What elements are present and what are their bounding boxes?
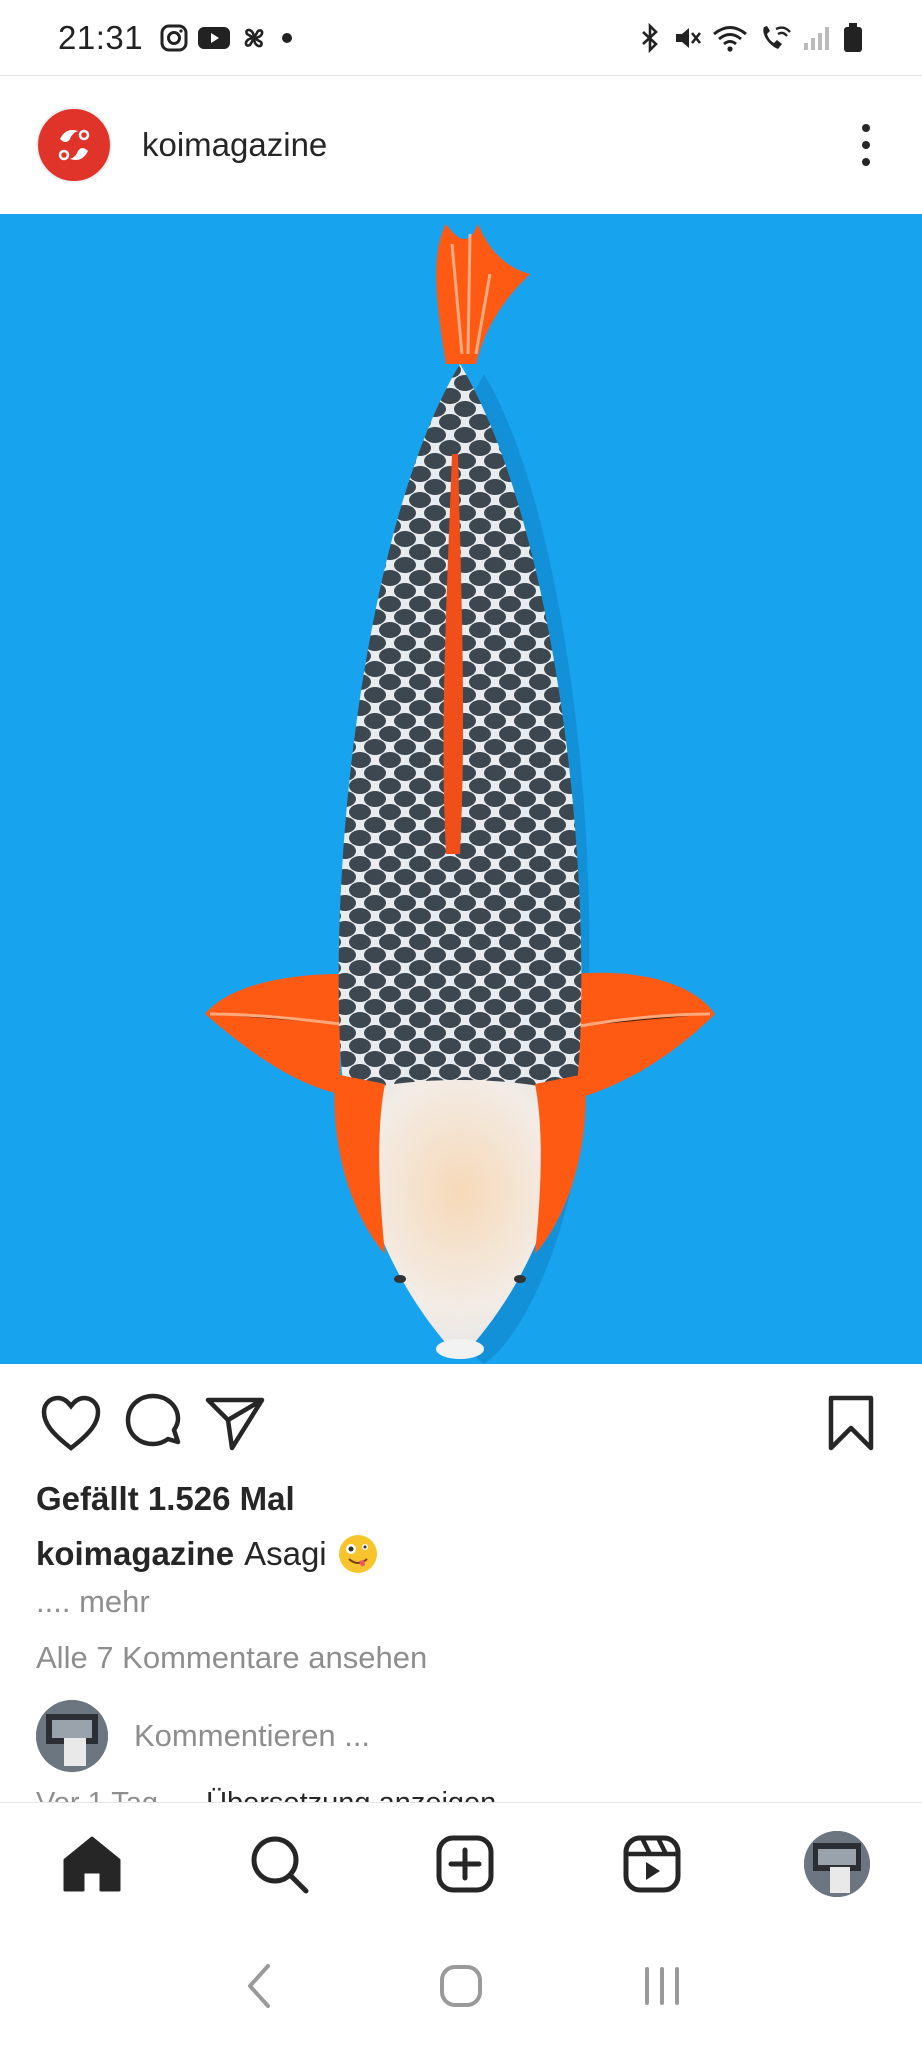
show-translation-link[interactable]: Übersetzung anzeigen <box>206 1787 496 1802</box>
more-dot-icon <box>862 158 870 166</box>
dot-icon <box>282 32 293 43</box>
caption: koimagazine Asagi <box>36 1533 379 1575</box>
profile-avatar <box>804 1830 870 1897</box>
caption-text: Asagi <box>244 1535 327 1572</box>
wifi-call-icon <box>763 25 791 49</box>
koi-fish-image <box>0 214 922 1364</box>
nav-reels-button[interactable] <box>618 1830 686 1898</box>
nav-create-button[interactable] <box>431 1830 499 1898</box>
mute-icon <box>676 27 702 48</box>
recents-icon <box>644 1967 679 2005</box>
share-button[interactable] <box>202 1390 268 1456</box>
post-header: koimagazine <box>0 76 922 214</box>
like-button[interactable] <box>38 1390 104 1456</box>
wifi-icon <box>713 25 747 52</box>
battery-icon <box>844 22 862 52</box>
bookmark-icon <box>828 1395 874 1451</box>
pinwheel-icon <box>244 28 264 47</box>
koi-logo-icon <box>58 129 90 161</box>
post-username[interactable]: koimagazine <box>142 126 327 164</box>
instagram-icon <box>160 24 188 51</box>
current-user-avatar <box>36 1700 108 1772</box>
view-all-comments-link[interactable]: Alle 7 Kommentare ansehen <box>36 1640 427 1676</box>
more-dot-icon <box>862 141 870 149</box>
search-icon <box>251 1836 308 1893</box>
bottom-nav <box>0 1802 922 1924</box>
status-time: 21:31 <box>58 18 144 56</box>
home-icon <box>63 1836 121 1891</box>
caption-more-link[interactable]: .... mehr <box>36 1584 150 1620</box>
status-right-icons <box>638 22 864 54</box>
post-timestamp: Vor 1 Tag <box>36 1787 158 1802</box>
signal-icon <box>804 26 829 50</box>
more-dot-icon <box>862 124 870 132</box>
bluetooth-icon <box>642 22 658 53</box>
comment-icon <box>125 1393 181 1447</box>
comment-input[interactable]: Kommentieren ... <box>134 1718 370 1754</box>
nav-home-button[interactable] <box>58 1830 126 1898</box>
save-button[interactable] <box>818 1390 884 1456</box>
send-icon <box>205 1397 265 1451</box>
create-icon <box>436 1835 494 1892</box>
status-left-icons <box>159 23 297 53</box>
nav-search-button[interactable] <box>245 1830 313 1898</box>
user-photo-icon <box>36 1700 108 1772</box>
system-recents-button[interactable] <box>627 1951 697 2021</box>
add-comment-row: Kommentieren ... <box>36 1700 370 1772</box>
post-image[interactable] <box>0 214 922 1364</box>
nav-profile-button[interactable] <box>804 1830 870 1897</box>
zany-face-emoji <box>338 1535 377 1573</box>
system-nav-bar <box>0 1924 922 2048</box>
home-circle-icon <box>439 1965 482 2007</box>
post-actions <box>0 1364 922 1482</box>
youtube-icon <box>198 26 231 49</box>
system-back-button[interactable] <box>225 1951 295 2021</box>
back-icon <box>248 1964 271 2008</box>
timestamp-row: Vor 1 Tag Übersetzung anzeigen <box>36 1782 496 1802</box>
more-options-button[interactable] <box>846 115 886 175</box>
heart-icon <box>41 1395 101 1451</box>
caption-username[interactable]: koimagazine <box>36 1535 234 1573</box>
likes-count[interactable]: Gefällt 1.526 Mal <box>36 1480 295 1518</box>
comment-button[interactable] <box>120 1390 186 1456</box>
reels-icon <box>623 1835 680 1892</box>
system-home-button[interactable] <box>426 1951 496 2021</box>
account-avatar[interactable] <box>36 107 112 183</box>
status-bar: 21:31 <box>0 0 922 75</box>
